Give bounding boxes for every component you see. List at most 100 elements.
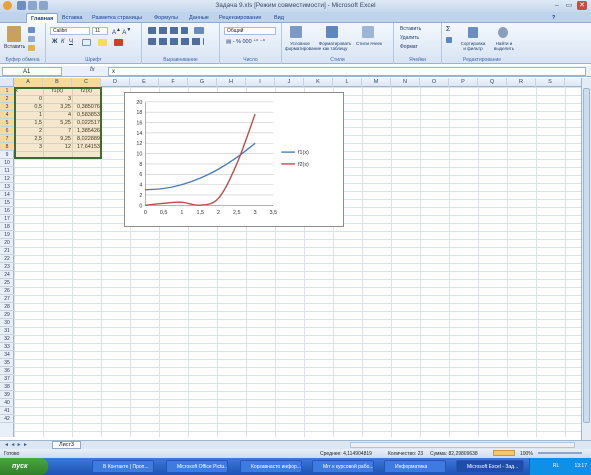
name-box[interactable]: A1: [2, 67, 62, 76]
paste-button[interactable]: Вставить: [4, 44, 25, 50]
select-all-corner[interactable]: [0, 78, 14, 87]
row-header[interactable]: 34: [0, 351, 14, 359]
start-button[interactable]: пуск: [0, 458, 48, 475]
row-header[interactable]: 41: [0, 407, 14, 415]
font-size-select[interactable]: 11: [92, 27, 108, 35]
help-icon[interactable]: ?: [548, 13, 559, 23]
formula-input[interactable]: x: [108, 67, 586, 76]
column-header[interactable]: R: [507, 78, 536, 87]
sort-filter-icon[interactable]: [468, 27, 478, 38]
format-as-table-button[interactable]: Форматировать как таблицу: [318, 41, 352, 51]
fill-color-icon[interactable]: [98, 39, 107, 46]
horizontal-align-icon[interactable]: [148, 38, 204, 45]
row-header[interactable]: 15: [0, 199, 14, 207]
row-header[interactable]: 29: [0, 311, 14, 319]
grow-font-icon[interactable]: A▲ A▼: [112, 27, 131, 36]
fx-icon[interactable]: fx: [90, 67, 95, 73]
taskbar-item-informatika[interactable]: Информатика: [384, 460, 446, 473]
number-format-select[interactable]: Общий: [224, 27, 276, 35]
row-header[interactable]: 4: [0, 111, 14, 119]
format-painter-icon[interactable]: [28, 45, 35, 51]
borders-icon[interactable]: [82, 39, 91, 46]
clock[interactable]: 13:17: [574, 463, 587, 469]
column-header[interactable]: K: [304, 78, 333, 87]
row-header[interactable]: 10: [0, 159, 14, 167]
column-header[interactable]: E: [130, 78, 159, 87]
column-header[interactable]: H: [217, 78, 246, 87]
row-header[interactable]: 31: [0, 327, 14, 335]
maximize-button[interactable]: ▭: [564, 1, 574, 10]
vertical-scrollbar[interactable]: [581, 78, 591, 440]
row-header[interactable]: 16: [0, 207, 14, 215]
format-table-icon[interactable]: [326, 26, 338, 38]
row-header[interactable]: 30: [0, 319, 14, 327]
row-header[interactable]: 35: [0, 359, 14, 367]
tab-insert[interactable]: Вставка: [58, 13, 86, 23]
scrollbar-thumb[interactable]: [583, 88, 590, 423]
row-header[interactable]: 2: [0, 95, 14, 103]
row-header[interactable]: 42: [0, 415, 14, 423]
wrap-text-icon[interactable]: [194, 27, 204, 34]
row-header[interactable]: 32: [0, 335, 14, 343]
column-header[interactable]: B: [43, 78, 72, 87]
horizontal-scrollbar[interactable]: [350, 442, 575, 448]
row-header[interactable]: 11: [0, 167, 14, 175]
delete-cells-button[interactable]: Удалить: [400, 35, 419, 41]
row-header[interactable]: 18: [0, 223, 14, 231]
row-header[interactable]: 20: [0, 239, 14, 247]
percent-icon[interactable]: ▤ - % 000 ⁺⁰ ⁻⁰: [226, 39, 265, 45]
row-header[interactable]: 28: [0, 303, 14, 311]
row-header[interactable]: 1: [0, 87, 14, 95]
zoom-level[interactable]: 100%: [520, 451, 533, 457]
row-header[interactable]: 37: [0, 375, 14, 383]
sort-filter-button[interactable]: Сортировка и фильтр: [460, 41, 486, 51]
row-header[interactable]: 12: [0, 175, 14, 183]
row-header[interactable]: 9: [0, 151, 14, 159]
taskbar-item-coursework[interactable]: Мгг к курсовой рабо...: [312, 460, 374, 473]
column-header[interactable]: M: [362, 78, 391, 87]
minimize-button[interactable]: –: [552, 1, 562, 10]
column-header[interactable]: L: [333, 78, 362, 87]
row-header[interactable]: 23: [0, 263, 14, 271]
column-header[interactable]: S: [536, 78, 565, 87]
row-header[interactable]: 36: [0, 367, 14, 375]
tab-home[interactable]: Главная: [26, 13, 59, 23]
column-header[interactable]: C: [72, 78, 101, 87]
cell-styles-button[interactable]: Стили ячеек: [356, 41, 382, 46]
tab-page-layout[interactable]: Разметка страницы: [88, 13, 146, 23]
column-header[interactable]: O: [420, 78, 449, 87]
tab-review[interactable]: Рецензирование: [215, 13, 265, 23]
zoom-slider[interactable]: [538, 452, 582, 454]
row-header[interactable]: 8: [0, 143, 14, 151]
taskbar-item-document[interactable]: Корзавнасто инфор...: [240, 460, 302, 473]
sheet-tab-active[interactable]: Лист3: [52, 441, 82, 449]
column-header[interactable]: F: [159, 78, 188, 87]
underline-icon[interactable]: Ч: [69, 39, 73, 45]
row-header[interactable]: 6: [0, 127, 14, 135]
taskbar-item-office-picture[interactable]: Microsoft Office Pictu...: [166, 460, 228, 473]
fill-icon[interactable]: [446, 37, 452, 43]
column-header[interactable]: P: [449, 78, 478, 87]
tab-data[interactable]: Данные: [185, 13, 213, 23]
find-select-icon[interactable]: [498, 27, 508, 38]
row-header[interactable]: 25: [0, 279, 14, 287]
row-header[interactable]: 26: [0, 287, 14, 295]
close-button[interactable]: ✕: [577, 1, 587, 10]
cut-icon[interactable]: [28, 27, 35, 33]
language-indicator[interactable]: RL: [553, 463, 559, 469]
column-header[interactable]: N: [391, 78, 420, 87]
row-header[interactable]: 13: [0, 183, 14, 191]
autosum-icon[interactable]: Σ: [446, 26, 450, 33]
row-header[interactable]: 14: [0, 191, 14, 199]
column-header[interactable]: I: [246, 78, 275, 87]
column-header[interactable]: A: [14, 78, 43, 87]
font-name-select[interactable]: Calibri: [50, 27, 90, 35]
insert-cells-button[interactable]: Вставить: [400, 26, 421, 32]
italic-icon[interactable]: К: [61, 39, 65, 45]
column-header[interactable]: J: [275, 78, 304, 87]
vertical-align-icon[interactable]: [148, 27, 188, 34]
taskbar-item-excel[interactable]: Microsoft Excel - Зад...: [456, 460, 524, 473]
row-header[interactable]: 5: [0, 119, 14, 127]
format-cells-button[interactable]: Формат: [400, 44, 418, 50]
copy-icon[interactable]: [28, 36, 35, 42]
